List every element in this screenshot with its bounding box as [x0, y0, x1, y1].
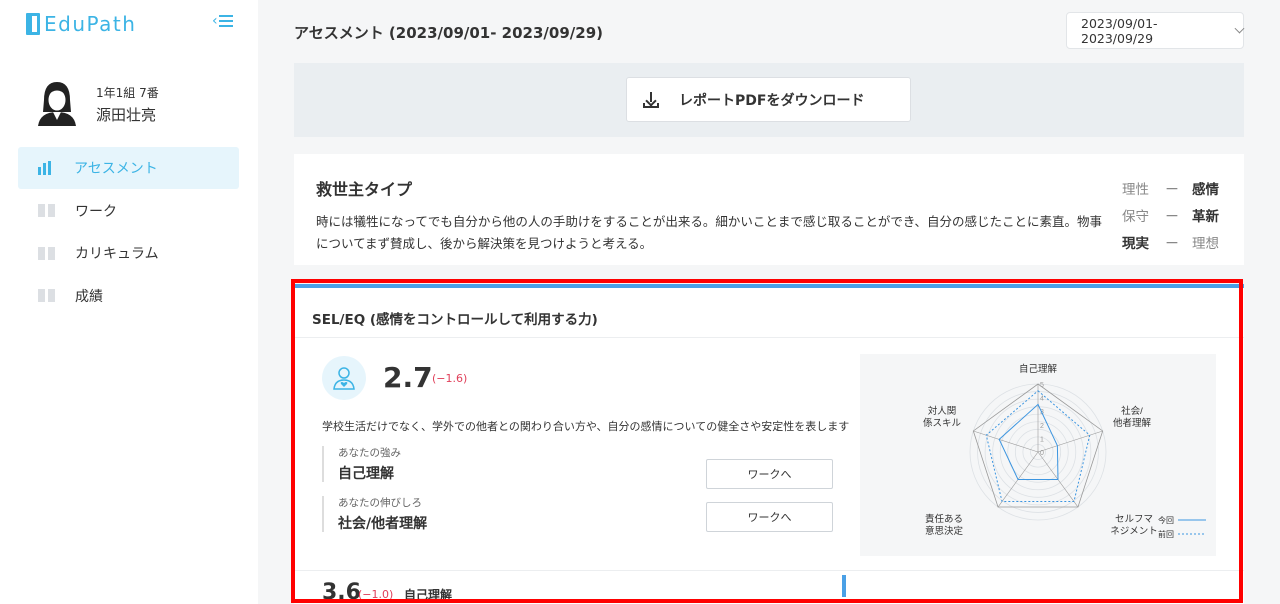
- chevron-left-icon: ‹: [212, 13, 218, 29]
- sel-score: 2.7: [383, 361, 433, 394]
- trait-dash: ー: [1165, 181, 1179, 198]
- trait-row: 現実 ー 理想: [1122, 228, 1222, 255]
- radar-chart: 543210自己理解社会/他者理解セルフマネジメント責任ある意思決定対人関係スキ…: [923, 363, 1206, 539]
- sel-card-title: SEL/EQ (感情をコントロールして利用する力): [312, 312, 598, 328]
- date-range-value: 2023/09/01-2023/09/29: [1081, 15, 1158, 46]
- radar-tick-label: 2: [1040, 423, 1044, 430]
- trait-left: 保守: [1122, 208, 1149, 225]
- download-icon: [643, 91, 659, 108]
- student-avatar: [38, 82, 76, 126]
- radar-tick-label: 1: [1040, 436, 1044, 443]
- growth-label: あなたの伸びしろ: [338, 497, 422, 509]
- radar-chart-box: 5 4 3 2 1 0 自己理解 社会/他者理解 セルフマ ネジメント 責任ある 意思決定 対人関 係スキ…: [860, 354, 1216, 556]
- radar-axis-label: 社会/: [1121, 405, 1143, 417]
- download-section: レポートPDFをダウンロード: [294, 63, 1244, 137]
- sidebar-item-label: アセスメント: [74, 161, 158, 177]
- personality-type-card: 救世主タイプ 時には犠牲になってでも自分から他の人の手助けをすることが出来る。細…: [294, 154, 1244, 265]
- logo-mark-icon: [26, 13, 40, 35]
- legend-current-label: 今回: [1158, 515, 1174, 525]
- sidebar-item-label: カリキュラム: [75, 246, 159, 262]
- sidebar-item-work[interactable]: ワーク: [18, 190, 239, 232]
- sidebar-item-curriculum[interactable]: カリキュラム: [18, 232, 239, 274]
- sidebar-item-assessment[interactable]: アセスメント: [18, 147, 239, 189]
- trait-right: 理想: [1192, 235, 1219, 252]
- radar-axis-label: 意思決定: [925, 525, 964, 537]
- radar-tick-label: 4: [1040, 396, 1044, 403]
- trait-scale: 理性 ー 感情 保守 ー 革新 現実 ー 理想: [1122, 174, 1222, 255]
- divider: [294, 337, 1244, 338]
- collapse-sidebar-button[interactable]: ‹: [212, 14, 233, 28]
- main-content: アセスメント (2023/09/01- 2023/09/29) 2023/09/…: [258, 0, 1280, 604]
- date-range-select[interactable]: 2023/09/01-2023/09/29: [1066, 12, 1245, 49]
- trait-left: 理性: [1122, 181, 1149, 198]
- sidebar: EduPath ‹ 1年1組 7番 源田壮亮 アセスメント ワーク カリキュラム: [0, 0, 258, 604]
- book-icon: [38, 289, 55, 302]
- trait-dash: ー: [1165, 208, 1179, 225]
- strength-block: あなたの強み 自己理解: [322, 446, 401, 482]
- radar-tick-label: 5: [1040, 382, 1044, 389]
- trait-dash: ー: [1165, 235, 1179, 252]
- sub-score-label: 自己理解: [404, 588, 453, 602]
- sidebar-item-label: 成績: [75, 288, 103, 305]
- growth-work-button[interactable]: ワークへ: [706, 502, 833, 532]
- download-pdf-button[interactable]: レポートPDFをダウンロード: [626, 77, 911, 122]
- logo-text: EduPath: [44, 12, 137, 36]
- download-pdf-label: レポートPDFをダウンロード: [679, 92, 865, 109]
- chevron-down-icon: [1234, 23, 1245, 34]
- person-heart-icon: [322, 356, 366, 400]
- student-class-info: 1年1組 7番: [96, 86, 159, 100]
- divider: [294, 570, 1244, 571]
- legend-previous-label: 前回: [1158, 529, 1174, 539]
- sidebar-item-grades[interactable]: 成績: [18, 275, 239, 317]
- radar-axis-label: 係スキル: [923, 418, 962, 429]
- sel-description: 学校生活だけでなく、学外での他者との関わり合い方や、自分の感情についての健全さや…: [322, 420, 850, 433]
- strength-work-button[interactable]: ワークへ: [706, 459, 833, 489]
- page-title: アセスメント (2023/09/01- 2023/09/29): [294, 24, 603, 42]
- radar-spoke: [1037, 430, 1103, 453]
- strength-value: 自己理解: [338, 466, 394, 482]
- trait-row: 保守 ー 革新: [1122, 201, 1222, 228]
- trait-right: 革新: [1192, 208, 1219, 225]
- growth-block: あなたの伸びしろ 社会/他者理解: [322, 496, 427, 532]
- growth-value: 社会/他者理解: [338, 516, 428, 532]
- sidebar-item-label: ワーク: [75, 203, 117, 220]
- sub-score-delta: (−1.0): [358, 588, 394, 601]
- radar-axis-label: 責任ある: [925, 513, 963, 525]
- bar-chart-icon: [38, 161, 54, 175]
- radar-axis-label: セルフマ: [1115, 514, 1153, 525]
- menu-lines-icon: [218, 15, 233, 27]
- radar-tick-label: 0: [1040, 450, 1044, 457]
- type-title: 救世主タイプ: [316, 180, 413, 199]
- edupath-logo[interactable]: EduPath: [26, 12, 136, 36]
- trait-row: 理性 ー 感情: [1122, 174, 1222, 201]
- strength-label: あなたの強み: [338, 447, 401, 459]
- sub-score-marker: [842, 575, 846, 597]
- sel-eq-card: SEL/EQ (感情をコントロールして利用する力) 2.7 (−1.6) 学校生…: [294, 284, 1244, 604]
- radar-axis-label: ネジメント: [1110, 526, 1158, 537]
- radar-axis-label: 自己理解: [1019, 363, 1058, 375]
- trait-left: 現実: [1122, 235, 1149, 252]
- person-heart-svg: [333, 367, 355, 390]
- radar-axis-label: 対人関: [928, 405, 957, 417]
- student-name: 源田壮亮: [96, 106, 157, 124]
- type-description: 時には犠牲になってでも自分から他の人の手助けをすることが出来る。細かいことまで感…: [316, 214, 1103, 251]
- sidebar-nav: アセスメント ワーク カリキュラム 成績: [18, 147, 239, 317]
- sub-score: 3.6: [322, 580, 361, 604]
- radar-axis-label: 他者理解: [1113, 417, 1152, 429]
- sel-score-delta: (−1.6): [432, 372, 468, 385]
- trait-right: 感情: [1192, 181, 1219, 198]
- book-icon: [38, 204, 55, 217]
- book-icon: [38, 246, 55, 260]
